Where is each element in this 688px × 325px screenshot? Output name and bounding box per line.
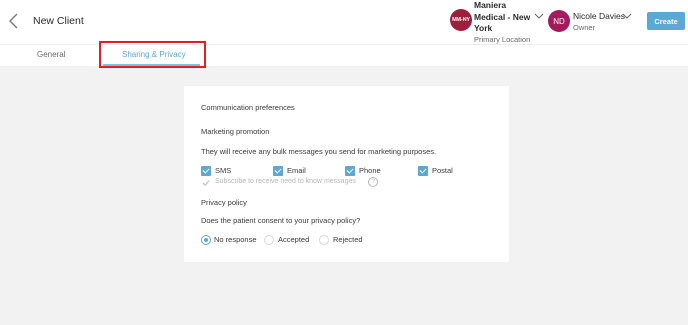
subscribe-label: Subscribe to receive need to know messag… — [215, 178, 356, 185]
user-role: Owner — [573, 23, 596, 32]
accepted-label: Accepted — [278, 235, 310, 244]
marketing-promotion-title: Marketing promotion — [201, 127, 270, 136]
top-bar: New Client MM-NY Maniera Medical - New Y… — [0, 0, 688, 44]
sms-checkbox[interactable] — [201, 166, 211, 176]
privacy-question: Does the patient consent to your privacy… — [201, 216, 361, 225]
rejected-radio[interactable] — [319, 235, 329, 245]
no-response-radio[interactable] — [201, 235, 211, 245]
chevron-down-icon[interactable] — [534, 12, 544, 20]
postal-checkbox[interactable] — [418, 166, 428, 176]
location-name[interactable]: Maniera Medical - New York — [474, 0, 536, 35]
subscribe-checkbox[interactable] — [201, 178, 211, 188]
back-arrow-icon[interactable] — [6, 11, 22, 31]
user-avatar[interactable]: ND — [548, 10, 570, 32]
no-response-label: No response — [214, 235, 257, 244]
sms-label: SMS — [215, 166, 232, 175]
phone-checkbox[interactable] — [345, 166, 355, 176]
email-checkbox[interactable] — [273, 166, 283, 176]
user-name[interactable]: Nicole Davies — [573, 11, 625, 21]
location-subtitle: Primary Location — [474, 35, 531, 44]
communication-preferences-card: Communication preferences Marketing prom… — [184, 86, 509, 262]
marketing-description: They will receive any bulk messages you … — [201, 147, 437, 156]
chevron-down-icon[interactable] — [622, 12, 632, 20]
highlight-box — [99, 41, 206, 68]
phone-label: Phone — [359, 166, 381, 175]
create-button[interactable]: Create — [647, 12, 685, 30]
postal-label: Postal — [432, 166, 453, 175]
rejected-label: Rejected — [333, 235, 363, 244]
email-label: Email — [287, 166, 306, 175]
section-title: Communication preferences — [201, 103, 295, 112]
help-icon[interactable]: ? — [368, 177, 378, 187]
location-avatar[interactable]: MM-NY — [450, 9, 472, 31]
privacy-policy-title: Privacy policy — [201, 198, 247, 207]
tab-general[interactable]: General — [37, 50, 65, 59]
accepted-radio[interactable] — [264, 235, 274, 245]
page-title: New Client — [33, 15, 84, 27]
